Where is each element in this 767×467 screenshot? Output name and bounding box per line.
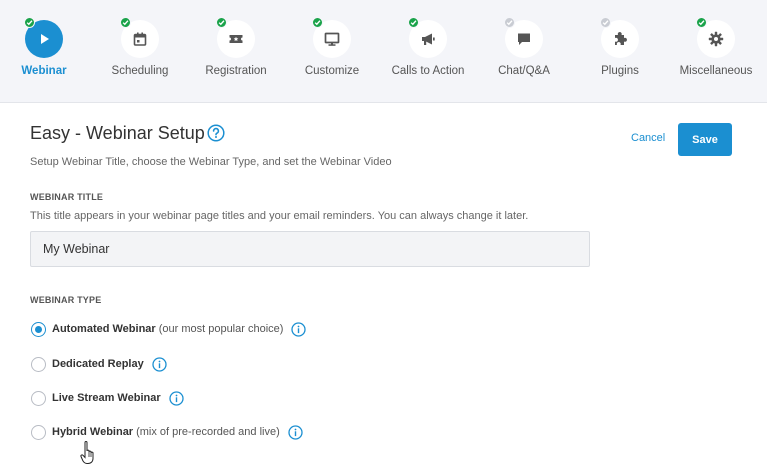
- check-icon: [600, 17, 611, 28]
- step-label: Plugins: [601, 65, 639, 77]
- page-subtitle: Setup Webinar Title, choose the Webinar …: [30, 156, 392, 168]
- page-title: Easy - Webinar Setup: [30, 123, 205, 143]
- hand-cursor-icon: [80, 441, 94, 464]
- step-webinar-circle: [24, 17, 63, 58]
- step-calls-to-action-circle: [408, 17, 447, 58]
- step-label: Scheduling: [111, 65, 169, 77]
- step-plugins[interactable]: Plugins: [570, 17, 670, 77]
- webinar-type-label: WEBINAR TYPE: [30, 295, 102, 305]
- step-registration[interactable]: Registration: [186, 17, 286, 77]
- step-chat-qa[interactable]: Chat/Q&A: [474, 17, 574, 77]
- radio-button[interactable]: [31, 356, 46, 372]
- step-scheduling[interactable]: Scheduling: [90, 17, 190, 77]
- step-miscellaneous[interactable]: Miscellaneous: [666, 17, 766, 77]
- step-registration-circle: [216, 17, 255, 58]
- step-label: Calls to Action: [391, 65, 465, 77]
- step-webinar[interactable]: Webinar: [0, 17, 94, 77]
- check-icon: [24, 17, 35, 28]
- webinar-title-input[interactable]: [30, 231, 590, 267]
- check-icon: [408, 17, 419, 28]
- step-label: Customize: [304, 65, 360, 77]
- webinar-type-option-automated[interactable]: Automated Webinar (our most popular choi…: [31, 320, 307, 338]
- option-label: Dedicated Replay: [52, 358, 144, 370]
- webinar-setup-form: Easy - Webinar Setup Cancel Save Setup W…: [0, 104, 767, 467]
- cancel-button[interactable]: Cancel: [631, 132, 665, 144]
- webinar-title-label: WEBINAR TITLE: [30, 192, 104, 202]
- save-button[interactable]: Save: [678, 123, 732, 156]
- step-plugins-circle: [600, 17, 639, 58]
- megaphone-icon: [422, 33, 435, 45]
- info-icon[interactable]: [291, 321, 307, 337]
- radio-button[interactable]: [31, 390, 46, 406]
- step-chat-qa-circle: [504, 17, 543, 58]
- info-icon[interactable]: [168, 390, 184, 406]
- option-label: Automated Webinar: [52, 323, 156, 335]
- step-label: Miscellaneous: [679, 65, 753, 77]
- option-label: Hybrid Webinar: [52, 426, 134, 438]
- info-icon[interactable]: [152, 356, 167, 372]
- check-icon: [696, 17, 707, 28]
- ticket-icon: [229, 35, 243, 43]
- step-scheduling-circle: [120, 17, 159, 58]
- option-note: (our most popular choice): [158, 323, 284, 335]
- chat-icon: [518, 33, 530, 45]
- puzzle-icon: [615, 32, 627, 45]
- step-label: Webinar: [21, 65, 67, 77]
- check-icon: [120, 17, 131, 28]
- step-label: Chat/Q&A: [498, 65, 550, 77]
- webinar-title-help: This title appears in your webinar page …: [30, 210, 529, 222]
- check-icon: [504, 17, 515, 28]
- radio-button[interactable]: [31, 321, 46, 337]
- calendar-icon: [133, 32, 147, 46]
- gear-icon: [708, 31, 724, 47]
- step-calls-to-action[interactable]: Calls to Action: [378, 17, 478, 77]
- webinar-type-option-dedicated-replay[interactable]: Dedicated Replay: [31, 355, 167, 373]
- check-icon: [312, 17, 323, 28]
- step-miscellaneous-circle: [696, 17, 735, 58]
- radio-button[interactable]: [31, 424, 46, 440]
- play-icon: [41, 34, 49, 44]
- step-label: Registration: [205, 65, 267, 77]
- step-customize[interactable]: Customize: [282, 17, 382, 77]
- info-icon[interactable]: [288, 424, 303, 440]
- option-label: Live Stream Webinar: [52, 392, 161, 404]
- help-icon[interactable]: [207, 124, 225, 142]
- setup-wizard-steps: Webinar Scheduling Registration Customiz…: [0, 0, 767, 103]
- webinar-type-option-hybrid[interactable]: Hybrid Webinar (mix of pre-recorded and …: [31, 423, 303, 441]
- check-icon: [216, 17, 227, 28]
- webinar-type-option-live-stream[interactable]: Live Stream Webinar: [31, 389, 184, 407]
- monitor-icon: [324, 32, 340, 46]
- step-customize-circle: [312, 17, 351, 58]
- option-note: (mix of pre-recorded and live): [136, 426, 280, 438]
